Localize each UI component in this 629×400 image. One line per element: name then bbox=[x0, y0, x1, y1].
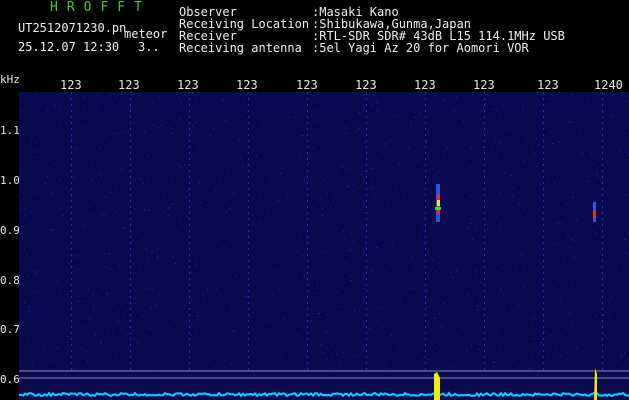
frequency-unit-label: kHz bbox=[0, 73, 20, 86]
value-antenna: :5el Yagi Az 20 for Aomori VOR bbox=[312, 41, 529, 55]
spectrogram-plot bbox=[19, 92, 629, 400]
time-tick-8: 123 bbox=[473, 78, 495, 92]
time-tick-5: 123 bbox=[296, 78, 318, 92]
observation-mode: meteor bbox=[124, 27, 168, 41]
meteor-echo-2 bbox=[593, 202, 596, 222]
time-tick-6: 123 bbox=[355, 78, 377, 92]
time-tick-9: 123 bbox=[537, 78, 559, 92]
trace-peak-1 bbox=[434, 372, 440, 400]
freq-tick-6: 0.6 bbox=[0, 373, 20, 386]
label-antenna: Receiving antenna bbox=[179, 41, 302, 55]
spectrogram-background bbox=[19, 92, 629, 400]
image-filename: UT2512071230.pn bbox=[18, 21, 127, 35]
app-brand: HROFFT bbox=[50, 0, 151, 15]
header-panel: HROFFT UT2512071230.pn meteor 25.12.07 1… bbox=[0, 0, 629, 77]
time-tick-2: 123 bbox=[118, 78, 140, 92]
time-tick-4: 123 bbox=[236, 78, 258, 92]
time-tick-10: 1240 bbox=[594, 78, 623, 92]
freq-tick-3: 0.9 bbox=[0, 224, 20, 237]
freq-tick-1: 1.1 bbox=[0, 124, 20, 137]
freq-tick-5: 0.7 bbox=[0, 323, 20, 336]
freq-tick-4: 0.8 bbox=[0, 274, 20, 287]
observation-datetime: 25.12.07 12:30 bbox=[18, 40, 120, 54]
freq-tick-2: 1.0 bbox=[0, 174, 20, 187]
time-tick-1: 123 bbox=[60, 78, 82, 92]
time-tick-7: 123 bbox=[414, 78, 436, 92]
time-tick-3: 123 bbox=[177, 78, 199, 92]
observation-count: 3.. bbox=[138, 40, 160, 54]
